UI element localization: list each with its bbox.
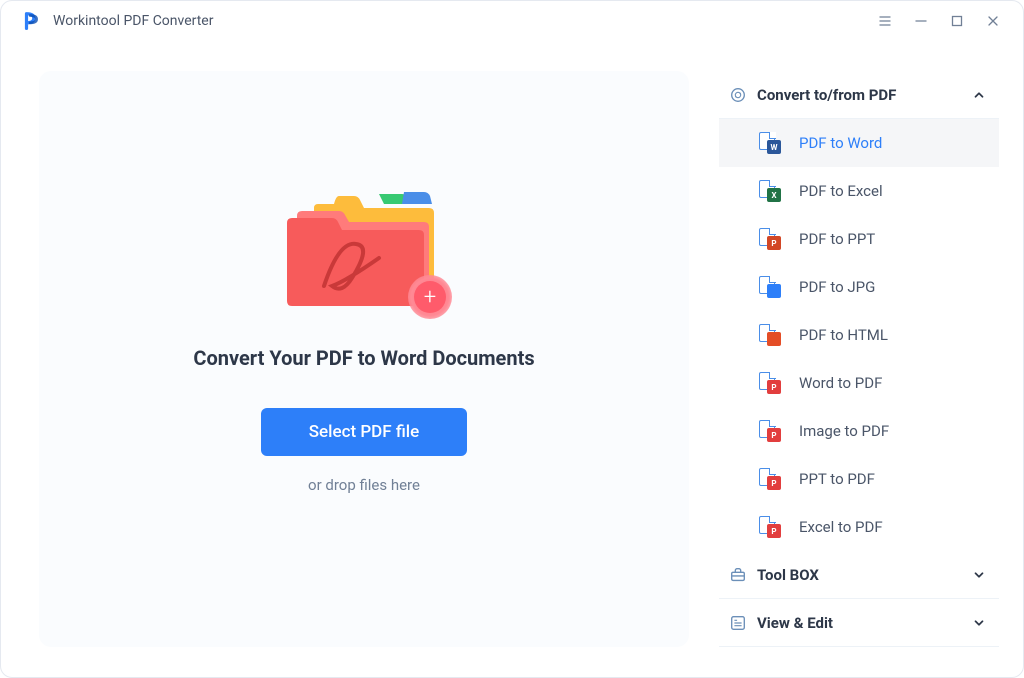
item-pdf-to-excel[interactable]: X PDF to Excel [719, 167, 999, 215]
app-title: Workintool PDF Converter [53, 13, 213, 29]
item-label: PDF to HTML [799, 326, 888, 344]
close-button[interactable] [975, 3, 1011, 39]
file-html-icon [759, 324, 781, 346]
file-pdf-icon: P [759, 516, 781, 538]
view-edit-icon [727, 612, 749, 634]
section-label: Tool BOX [757, 566, 971, 584]
item-label: PDF to PPT [799, 230, 875, 248]
item-label: PDF to JPG [799, 278, 875, 296]
file-ppt-icon: P [759, 228, 781, 250]
folder-illustration-icon: + [284, 186, 444, 311]
chevron-down-icon [971, 615, 987, 631]
section-label: Convert to/from PDF [757, 86, 971, 104]
item-image-to-pdf[interactable]: P Image to PDF [719, 407, 999, 455]
item-label: Image to PDF [799, 422, 889, 440]
item-word-to-pdf[interactable]: P Word to PDF [719, 359, 999, 407]
item-pdf-to-word[interactable]: W PDF to Word [719, 119, 999, 167]
convert-icon [727, 84, 749, 106]
section-toolbox[interactable]: Tool BOX [719, 551, 999, 599]
item-pdf-to-jpg[interactable]: PDF to JPG [719, 263, 999, 311]
item-label: PPT to PDF [799, 470, 875, 488]
main-drop-area[interactable]: + Convert Your PDF to Word Documents Sel… [39, 71, 689, 647]
add-file-icon: + [408, 275, 452, 319]
main-heading: Convert Your PDF to Word Documents [193, 346, 534, 370]
menu-button[interactable] [867, 3, 903, 39]
item-pdf-to-ppt[interactable]: P PDF to PPT [719, 215, 999, 263]
item-label: Excel to PDF [799, 518, 883, 536]
maximize-button[interactable] [939, 3, 975, 39]
file-pdf-icon: P [759, 372, 781, 394]
drop-hint: or drop files here [308, 476, 420, 494]
chevron-up-icon [971, 87, 987, 103]
item-excel-to-pdf[interactable]: P Excel to PDF [719, 503, 999, 551]
item-label: PDF to Word [799, 134, 882, 152]
item-label: PDF to Excel [799, 182, 883, 200]
app-logo-icon [21, 10, 43, 32]
toolbox-icon [727, 564, 749, 586]
item-ppt-to-pdf[interactable]: P PPT to PDF [719, 455, 999, 503]
file-pdf-icon: P [759, 468, 781, 490]
file-excel-icon: X [759, 180, 781, 202]
select-file-button[interactable]: Select PDF file [261, 408, 468, 456]
minimize-button[interactable] [903, 3, 939, 39]
section-view-edit[interactable]: View & Edit [719, 599, 999, 647]
file-jpg-icon [759, 276, 781, 298]
section-convert[interactable]: Convert to/from PDF [719, 71, 999, 119]
chevron-down-icon [971, 567, 987, 583]
item-pdf-to-html[interactable]: PDF to HTML [719, 311, 999, 359]
item-label: Word to PDF [799, 374, 882, 392]
file-pdf-icon: P [759, 420, 781, 442]
section-label: View & Edit [757, 614, 971, 632]
file-word-icon: W [759, 132, 781, 154]
